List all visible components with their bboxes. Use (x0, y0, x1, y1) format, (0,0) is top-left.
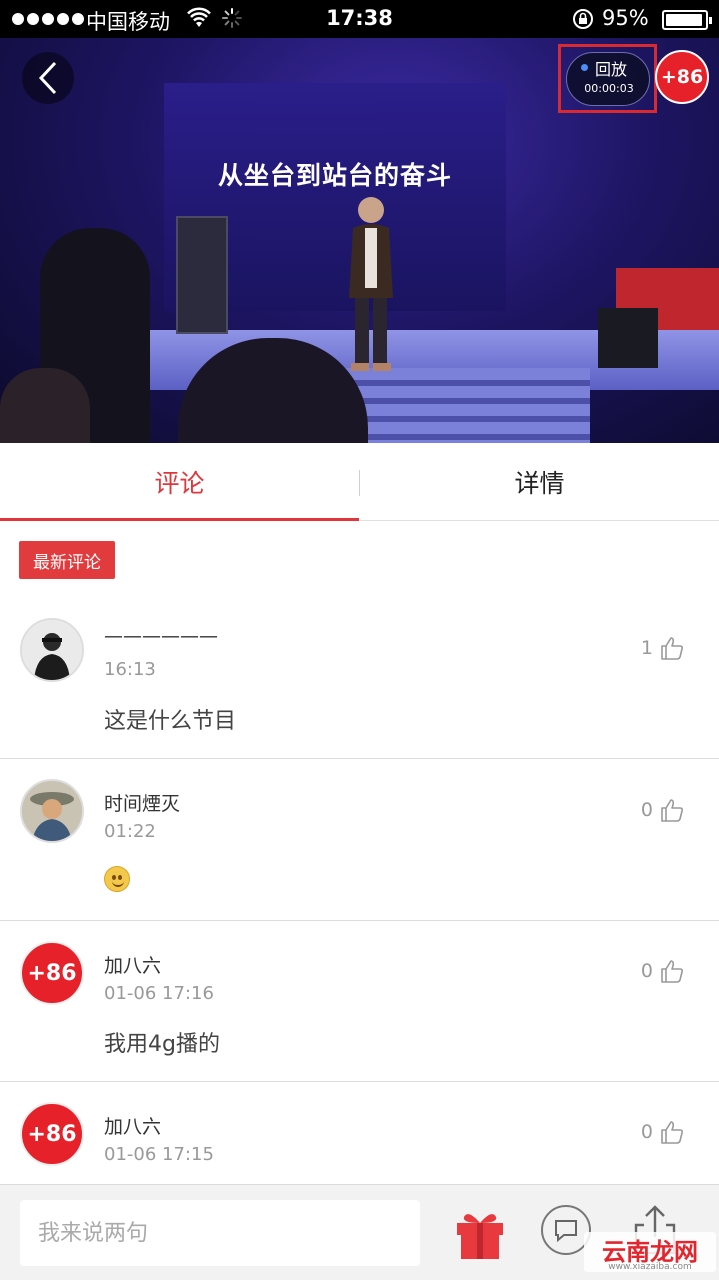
comment-item: +86 加八六 01-06 17:15 0 (0, 1082, 719, 1184)
replay-time: 00:00:03 (584, 82, 634, 95)
comment-time: 01-06 17:16 (104, 983, 214, 1004)
podium (176, 216, 228, 334)
like-button[interactable]: 0 (641, 797, 685, 823)
watermark-url: www.xiazaiba.com (608, 1262, 692, 1272)
rotation-lock-icon (573, 9, 593, 29)
comment-item: +86 加八六 01-06 17:16 我用4g播的 0 (0, 921, 719, 1082)
gift-icon[interactable] (454, 1205, 506, 1261)
replay-indicator[interactable]: 回放 00:00:03 (566, 52, 650, 106)
comment-text: 我用4g播的 (104, 1032, 220, 1057)
signal-strength-icon (12, 13, 84, 25)
like-button[interactable]: 0 (641, 1119, 685, 1145)
live-dot-icon (581, 64, 588, 71)
tab-comments[interactable]: 评论 (0, 443, 359, 521)
replay-label: 回放 (595, 60, 628, 79)
latest-comments-tag: 最新评论 (19, 541, 115, 579)
activity-spinner-icon (222, 8, 242, 28)
chevron-left-icon (38, 61, 57, 95)
thumbs-up-icon (661, 1121, 684, 1144)
thumbs-up-icon (661, 960, 684, 983)
stage-screen-text: 从坐台到站台的奋斗 (217, 161, 452, 190)
back-button[interactable] (22, 52, 74, 104)
audience-figure (0, 368, 90, 443)
comment-time: 01-06 17:15 (104, 1144, 214, 1165)
like-count: 1 (640, 637, 653, 659)
comment-item: 时间煙灭 01:22 0 (0, 759, 719, 921)
user-photo-icon (22, 620, 82, 680)
comment-input[interactable] (20, 1200, 420, 1266)
comment-time: 16:13 (104, 659, 156, 680)
avatar[interactable]: +86 (20, 1102, 84, 1166)
video-camera (598, 308, 658, 368)
speaker-figure (349, 197, 393, 371)
like-count: 0 (640, 799, 653, 821)
status-bar: 中国移动 17:38 95% (0, 0, 719, 38)
avatar[interactable]: +86 (20, 941, 84, 1005)
comment-text: 这是什么节目 (104, 709, 237, 734)
comment-author: 加八六 (104, 955, 162, 977)
comment-time: 01:22 (104, 821, 156, 842)
comment-author: 加八六 (104, 1116, 162, 1138)
smile-emoji-icon (104, 866, 130, 892)
thumbs-up-icon (661, 799, 684, 822)
like-button[interactable]: 1 (641, 635, 685, 661)
user-photo-icon (22, 781, 82, 841)
site-watermark: 云南龙网 www.xiazaiba.com (584, 1232, 716, 1272)
avatar[interactable] (20, 779, 84, 843)
battery-percent: 95% (602, 6, 649, 30)
comment-author: —————— (104, 625, 218, 647)
wifi-icon (187, 7, 211, 27)
like-count: 0 (640, 1121, 653, 1143)
like-button[interactable]: 0 (641, 958, 685, 984)
carrier-name: 中国移动 (86, 10, 170, 34)
thumbs-up-icon (661, 637, 684, 660)
channel-logo-button[interactable]: +86 (655, 50, 709, 104)
comment-item: —————— 16:13 这是什么节目 1 (0, 597, 719, 759)
active-tab-indicator (0, 518, 359, 521)
stage-steps (340, 368, 590, 443)
comment-author: 时间煙灭 (104, 793, 181, 815)
tab-details[interactable]: 详情 (360, 443, 719, 521)
like-count: 0 (640, 960, 653, 982)
tab-bar: 评论 详情 (0, 443, 719, 521)
avatar[interactable] (20, 618, 84, 682)
battery-icon (662, 10, 712, 30)
